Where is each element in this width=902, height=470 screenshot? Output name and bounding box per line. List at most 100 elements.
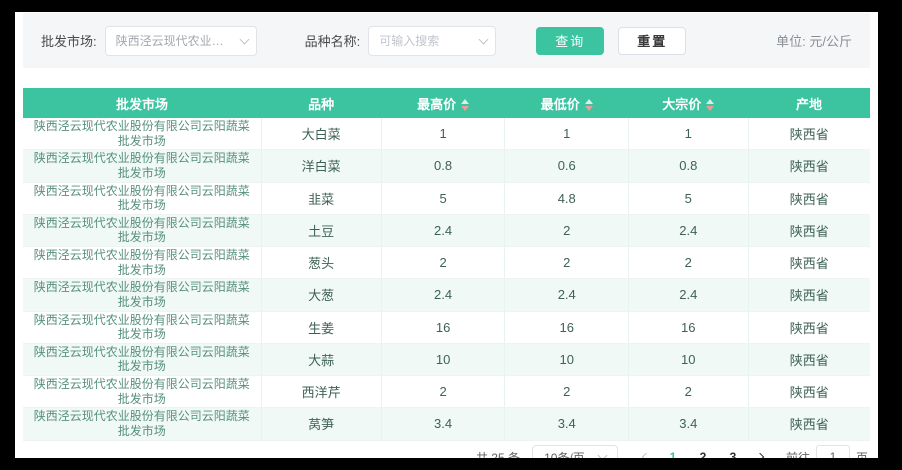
high-price-cell: 0.8 [381,150,505,182]
variety-cell: 莴笋 [261,408,381,440]
unit-label: 单位: 元/公斤 [776,31,852,50]
market-select[interactable]: 陕西泾云现代农业股份... [105,26,257,56]
pagination-bar: 共 25 条 10条/页 123 前往 页 [15,441,878,459]
variety-cell: 西洋芹 [261,376,381,408]
market-cell: 陕西泾云现代农业股份有限公司云阳蔬菜批发市场 [23,311,261,343]
high-price-cell: 2.4 [381,214,505,246]
variety-cell: 大葱 [261,279,381,311]
table-header-row: 批发市场 品种 最高价 最低价 大宗价 产地 [23,88,870,118]
table-row: 陕西泾云现代农业股份有限公司云阳蔬菜批发市场生姜161616陕西省 [23,311,870,343]
bulk-price-cell: 5 [629,182,748,214]
table-row: 陕西泾云现代农业股份有限公司云阳蔬菜批发市场莴笋3.43.43.4陕西省 [23,408,870,440]
origin-cell: 陕西省 [748,118,870,150]
market-cell: 陕西泾云现代农业股份有限公司云阳蔬菜批发市场 [23,182,261,214]
variety-search [368,26,496,56]
market-cell: 陕西泾云现代农业股份有限公司云阳蔬菜批发市场 [23,150,261,182]
page-number-1[interactable]: 1 [661,445,685,458]
market-cell: 陕西泾云现代农业股份有限公司云阳蔬菜批发市场 [23,247,261,279]
total-count: 共 25 条 [476,449,520,459]
low-price-cell: 16 [505,311,629,343]
bulk-price-cell: 2.4 [629,214,748,246]
high-price-cell: 3.4 [381,408,505,440]
chevron-down-icon [239,34,249,44]
origin-cell: 陕西省 [748,214,870,246]
high-price-cell: 2.4 [381,279,505,311]
market-cell: 陕西泾云现代农业股份有限公司云阳蔬菜批发市场 [23,408,261,440]
price-table: 批发市场 品种 最高价 最低价 大宗价 产地 陕西泾云现代农业股份有限公司云阳蔬… [23,88,870,441]
header-low-price[interactable]: 最低价 [505,88,629,118]
bulk-price-cell: 3.4 [629,408,748,440]
low-price-cell: 2.4 [505,279,629,311]
variety-cell: 生姜 [261,311,381,343]
page-numbers: 123 [658,445,748,458]
table-row: 陕西泾云现代农业股份有限公司云阳蔬菜批发市场葱头222陕西省 [23,247,870,279]
filter-bar: 批发市场: 陕西泾云现代农业股份... 品种名称: 查询 重置 单位: 元/公斤 [23,13,870,68]
sort-icon[interactable] [461,99,469,111]
origin-cell: 陕西省 [748,311,870,343]
sort-icon[interactable] [585,99,593,111]
low-price-cell: 2 [505,376,629,408]
variety-label: 品种名称: [305,31,361,50]
bulk-price-cell: 10 [629,343,748,375]
header-variety: 品种 [261,88,381,118]
high-price-cell: 16 [381,311,505,343]
header-origin: 产地 [748,88,870,118]
high-price-cell: 2 [381,247,505,279]
market-label: 批发市场: [41,31,97,50]
header-market: 批发市场 [23,88,261,118]
origin-cell: 陕西省 [748,150,870,182]
market-cell: 陕西泾云现代农业股份有限公司云阳蔬菜批发市场 [23,214,261,246]
page-size-select[interactable]: 10条/页 [532,445,618,458]
high-price-cell: 10 [381,343,505,375]
goto-label: 前往 [786,449,810,459]
price-table-wrap: 批发市场 品种 最高价 最低价 大宗价 产地 陕西泾云现代农业股份有限公司云阳蔬… [23,88,870,441]
table-row: 陕西泾云现代农业股份有限公司云阳蔬菜批发市场土豆2.422.4陕西省 [23,214,870,246]
chevron-left-icon [642,453,650,458]
low-price-cell: 3.4 [505,408,629,440]
table-body: 陕西泾云现代农业股份有限公司云阳蔬菜批发市场大白菜111陕西省陕西泾云现代农业股… [23,118,870,440]
market-select-value: 陕西泾云现代农业股份... [116,32,235,49]
low-price-cell: 2 [505,247,629,279]
header-high-price[interactable]: 最高价 [381,88,505,118]
query-button[interactable]: 查询 [536,27,604,55]
low-price-cell: 0.6 [505,150,629,182]
reset-button[interactable]: 重置 [618,27,686,55]
market-cell: 陕西泾云现代农业股份有限公司云阳蔬菜批发市场 [23,376,261,408]
high-price-cell: 1 [381,118,505,150]
origin-cell: 陕西省 [748,408,870,440]
table-row: 陕西泾云现代农业股份有限公司云阳蔬菜批发市场洋白菜0.80.60.8陕西省 [23,150,870,182]
bulk-price-cell: 2 [629,376,748,408]
low-price-cell: 2 [505,214,629,246]
page-number-2[interactable]: 2 [691,445,715,458]
prev-page-button[interactable] [634,445,658,458]
sort-icon[interactable] [706,99,714,111]
table-row: 陕西泾云现代农业股份有限公司云阳蔬菜批发市场大蒜101010陕西省 [23,343,870,375]
bulk-price-cell: 0.8 [629,150,748,182]
chevron-down-icon [597,451,607,458]
market-cell: 陕西泾云现代农业股份有限公司云阳蔬菜批发市场 [23,343,261,375]
table-row: 陕西泾云现代农业股份有限公司云阳蔬菜批发市场大葱2.42.42.4陕西省 [23,279,870,311]
variety-cell: 葱头 [261,247,381,279]
bulk-price-cell: 2.4 [629,279,748,311]
high-price-cell: 2 [381,376,505,408]
table-row: 陕西泾云现代农业股份有限公司云阳蔬菜批发市场大白菜111陕西省 [23,118,870,150]
header-bulk-price[interactable]: 大宗价 [629,88,748,118]
page-suffix-label: 页 [856,449,868,459]
variety-cell: 大蒜 [261,343,381,375]
bulk-price-cell: 16 [629,311,748,343]
low-price-cell: 4.8 [505,182,629,214]
low-price-cell: 1 [505,118,629,150]
page-number-3[interactable]: 3 [721,445,745,458]
variety-cell: 土豆 [261,214,381,246]
origin-cell: 陕西省 [748,376,870,408]
market-cell: 陕西泾云现代农业股份有限公司云阳蔬菜批发市场 [23,118,261,150]
market-cell: 陕西泾云现代农业股份有限公司云阳蔬菜批发市场 [23,279,261,311]
low-price-cell: 10 [505,343,629,375]
goto-page-input[interactable] [816,445,850,458]
origin-cell: 陕西省 [748,247,870,279]
next-page-button[interactable] [748,445,772,458]
variety-cell: 韭菜 [261,182,381,214]
bulk-price-cell: 1 [629,118,748,150]
variety-search-input[interactable] [368,26,496,56]
bulk-price-cell: 2 [629,247,748,279]
